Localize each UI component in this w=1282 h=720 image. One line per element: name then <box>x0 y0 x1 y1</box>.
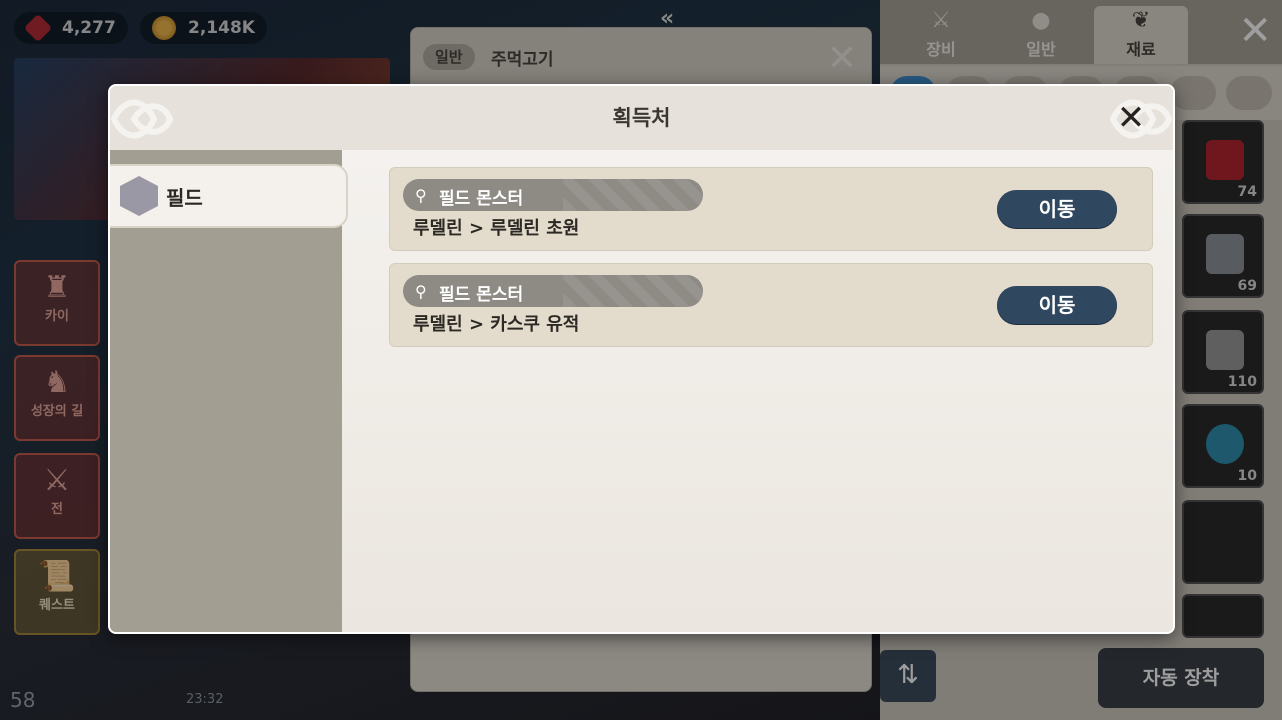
source-type-tag: ⚲ 필드 몬스터 <box>403 179 703 211</box>
location-pin-icon: ⚲ <box>415 186 427 205</box>
close-icon[interactable]: ✕ <box>1109 96 1153 140</box>
source-category-sidebar: 필드 <box>110 150 348 632</box>
source-location-path: 루델린 > 루델린 초원 <box>413 218 580 239</box>
acquisition-source-modal: 획득처 ✕ 필드 ⚲ 필드 몬스터 루델린 > 루델린 초원 이동 ⚲ 필드 몬… <box>108 84 1175 634</box>
move-button[interactable]: 이동 <box>997 286 1117 324</box>
modal-header: 획득처 ✕ <box>110 86 1173 150</box>
source-type-label: 필드 몬스터 <box>439 285 524 305</box>
tag-pattern <box>563 275 703 307</box>
move-button[interactable]: 이동 <box>997 190 1117 228</box>
source-location-path: 루델린 > 카스쿠 유적 <box>413 314 580 335</box>
source-item: ⚲ 필드 몬스터 루델린 > 루델린 초원 이동 <box>389 167 1153 251</box>
source-type-tag: ⚲ 필드 몬스터 <box>403 275 703 307</box>
tag-pattern <box>563 179 703 211</box>
field-map-icon <box>120 176 158 216</box>
source-type-label: 필드 몬스터 <box>439 189 524 209</box>
tab-field-label: 필드 <box>166 186 203 210</box>
tab-field[interactable]: 필드 <box>110 164 348 228</box>
location-pin-icon: ⚲ <box>415 282 427 301</box>
source-item: ⚲ 필드 몬스터 루델린 > 카스쿠 유적 이동 <box>389 263 1153 347</box>
modal-title: 획득처 <box>612 106 671 130</box>
